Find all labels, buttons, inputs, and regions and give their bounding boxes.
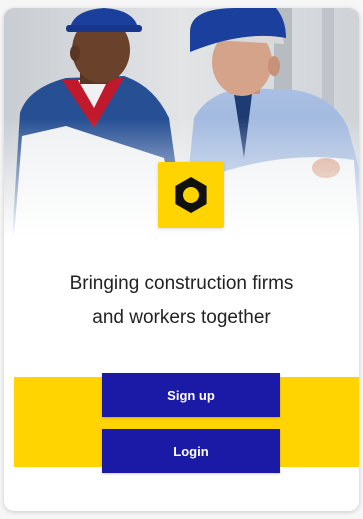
tagline: Bringing construction firms and workers …	[24, 267, 339, 335]
tagline-line-2: and workers together	[92, 307, 271, 328]
sign-up-button[interactable]: Sign up	[102, 373, 280, 417]
hexagon-bolt-icon	[175, 177, 207, 213]
login-button[interactable]: Login	[102, 429, 280, 473]
onboarding-card: Bringing construction firms and workers …	[4, 8, 359, 511]
cta-band: Sign up Login	[14, 373, 359, 473]
tagline-line-1: Bringing construction firms	[69, 273, 294, 294]
app-logo	[158, 162, 224, 228]
